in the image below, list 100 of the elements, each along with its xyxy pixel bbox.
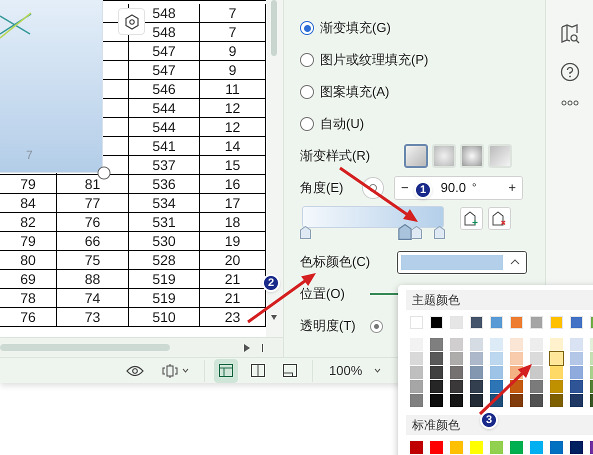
color-swatch[interactable] bbox=[510, 316, 523, 329]
radio-button[interactable] bbox=[300, 53, 314, 67]
color-swatch[interactable] bbox=[490, 441, 503, 454]
zoom-level[interactable]: 100% bbox=[329, 360, 362, 380]
view-icon bbox=[219, 364, 233, 377]
color-swatch[interactable] bbox=[450, 394, 463, 407]
more-icon[interactable] bbox=[560, 100, 578, 106]
color-swatch[interactable] bbox=[410, 316, 423, 329]
scroll-right-icon[interactable] bbox=[244, 344, 250, 352]
chart-settings-button[interactable] bbox=[118, 8, 145, 35]
color-swatch[interactable] bbox=[490, 380, 503, 393]
color-swatch[interactable] bbox=[410, 441, 423, 454]
chevron-up-icon bbox=[510, 259, 520, 265]
gradient-bar[interactable] bbox=[300, 206, 446, 240]
color-swatch[interactable] bbox=[570, 338, 583, 351]
view-mode-button[interactable] bbox=[214, 358, 238, 382]
color-swatch[interactable] bbox=[570, 366, 583, 379]
color-swatch[interactable] bbox=[530, 316, 543, 329]
color-swatch[interactable] bbox=[470, 352, 483, 365]
table-cell: 73 bbox=[57, 308, 129, 327]
map-search-icon[interactable] bbox=[560, 24, 580, 44]
color-swatch[interactable] bbox=[450, 366, 463, 379]
color-swatch[interactable] bbox=[470, 394, 483, 407]
color-swatch[interactable] bbox=[510, 441, 523, 454]
color-swatch[interactable] bbox=[490, 316, 503, 329]
color-swatch[interactable] bbox=[430, 394, 443, 407]
color-swatch[interactable] bbox=[450, 352, 463, 365]
caret-icon[interactable] bbox=[182, 368, 189, 373]
help-icon[interactable] bbox=[560, 62, 580, 82]
color-swatch[interactable] bbox=[450, 316, 463, 329]
angle-value: 90.0 bbox=[440, 179, 466, 198]
color-swatch[interactable] bbox=[550, 316, 563, 329]
color-swatch[interactable] bbox=[530, 441, 543, 454]
color-swatch[interactable] bbox=[410, 366, 423, 379]
table-cell: 536 bbox=[129, 175, 200, 194]
color-swatch[interactable] bbox=[550, 380, 563, 393]
table-cell: 546 bbox=[129, 80, 200, 99]
focus-icon[interactable] bbox=[162, 364, 178, 378]
vertical-scrollbar[interactable] bbox=[266, 0, 283, 337]
color-swatch[interactable] bbox=[530, 380, 543, 393]
color-swatch[interactable] bbox=[470, 380, 483, 393]
color-swatch[interactable] bbox=[570, 394, 583, 407]
color-swatch[interactable] bbox=[570, 316, 583, 329]
remove-stop-button[interactable] bbox=[488, 207, 511, 230]
color-swatch[interactable] bbox=[470, 366, 483, 379]
color-swatch[interactable] bbox=[550, 366, 563, 379]
table-cell: 510 bbox=[129, 308, 200, 327]
increment-button[interactable]: + bbox=[508, 178, 516, 198]
color-swatch[interactable] bbox=[490, 352, 503, 365]
color-swatch[interactable] bbox=[550, 441, 563, 454]
color-swatch[interactable] bbox=[490, 338, 503, 351]
gradient-style-option[interactable] bbox=[404, 144, 428, 168]
add-stop-button[interactable] bbox=[460, 207, 483, 230]
color-swatch[interactable] bbox=[410, 394, 423, 407]
color-swatch[interactable] bbox=[450, 380, 463, 393]
horizontal-scrollbar[interactable] bbox=[0, 337, 283, 357]
field-label: 角度(E) bbox=[300, 179, 344, 198]
color-swatch[interactable] bbox=[430, 380, 443, 393]
color-swatch[interactable] bbox=[450, 338, 463, 351]
color-swatch[interactable] bbox=[430, 316, 443, 329]
color-swatch[interactable] bbox=[550, 352, 563, 365]
gradient-stop-handle[interactable] bbox=[300, 226, 311, 239]
color-swatch[interactable] bbox=[550, 394, 563, 407]
color-swatch[interactable] bbox=[470, 316, 483, 329]
table-cell: 84 bbox=[0, 194, 57, 213]
gradient-stop-handle[interactable] bbox=[434, 226, 445, 239]
table-cell: 547 bbox=[129, 61, 200, 80]
color-swatch[interactable] bbox=[470, 441, 483, 454]
color-swatch[interactable] bbox=[430, 441, 443, 454]
color-swatch[interactable] bbox=[570, 380, 583, 393]
color-swatch[interactable] bbox=[490, 366, 503, 379]
decrement-button[interactable]: − bbox=[401, 178, 409, 198]
color-swatch[interactable] bbox=[510, 352, 523, 365]
radio-button[interactable] bbox=[300, 21, 314, 35]
color-swatch[interactable] bbox=[570, 352, 583, 365]
color-swatch[interactable] bbox=[470, 338, 483, 351]
color-swatch[interactable] bbox=[410, 338, 423, 351]
resize-handle-icon[interactable] bbox=[97, 166, 111, 180]
color-swatch[interactable] bbox=[530, 394, 543, 407]
color-swatch[interactable] bbox=[410, 352, 423, 365]
color-swatch[interactable] bbox=[430, 338, 443, 351]
stop-color-dropdown[interactable] bbox=[397, 250, 527, 274]
color-swatch[interactable] bbox=[430, 366, 443, 379]
color-swatch[interactable] bbox=[410, 380, 423, 393]
radio-button[interactable] bbox=[300, 117, 314, 131]
color-swatch[interactable] bbox=[510, 394, 523, 407]
color-swatch[interactable] bbox=[430, 352, 443, 365]
color-swatch[interactable] bbox=[550, 338, 563, 351]
caret-icon[interactable] bbox=[374, 368, 382, 373]
slider-thumb[interactable] bbox=[370, 320, 383, 332]
color-swatch[interactable] bbox=[450, 441, 463, 454]
scroll-down-icon[interactable] bbox=[271, 315, 277, 320]
color-swatch[interactable] bbox=[570, 441, 583, 454]
section-title: 主题颜色 bbox=[412, 292, 460, 309]
color-swatch[interactable] bbox=[530, 366, 543, 379]
color-swatch[interactable] bbox=[510, 338, 523, 351]
color-swatch[interactable] bbox=[530, 338, 543, 351]
eye-icon[interactable] bbox=[126, 364, 144, 376]
color-swatch[interactable] bbox=[530, 352, 543, 365]
radio-button[interactable] bbox=[300, 85, 314, 99]
